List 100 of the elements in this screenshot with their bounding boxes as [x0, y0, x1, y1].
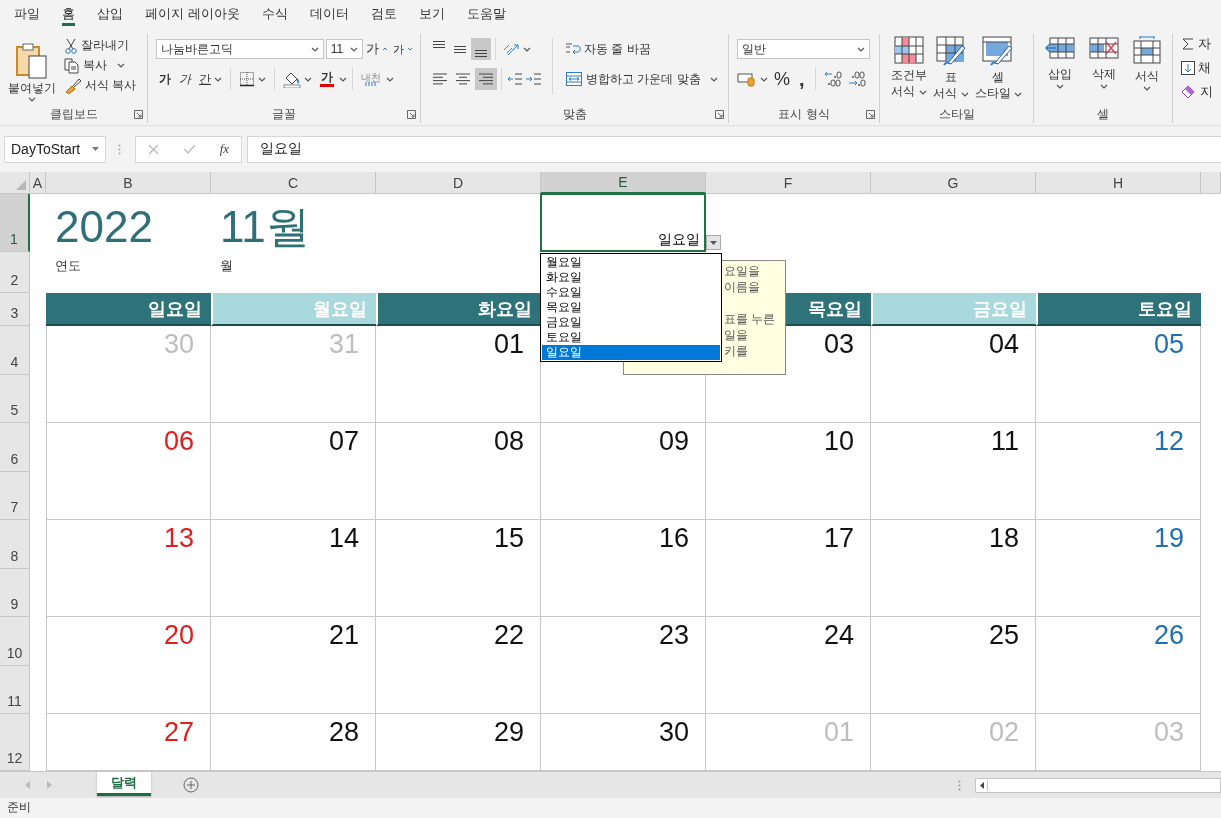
- menu-tab[interactable]: 수식: [250, 0, 299, 28]
- column-header[interactable]: E: [541, 172, 706, 194]
- calendar-cell[interactable]: 04: [871, 326, 1036, 423]
- increase-decimal-icon[interactable]: [822, 70, 843, 88]
- calendar-cell[interactable]: 18: [871, 520, 1036, 617]
- dialog-launcher-icon[interactable]: [715, 110, 724, 119]
- menu-tab[interactable]: 도움말: [455, 0, 517, 28]
- menu-tab[interactable]: 보기: [407, 0, 456, 28]
- conditional-formatting-button[interactable]: 조건부 서식: [888, 34, 931, 105]
- dialog-launcher-icon[interactable]: [134, 110, 143, 119]
- align-right-button[interactable]: [475, 68, 497, 90]
- calendar-cell[interactable]: 24: [706, 617, 871, 714]
- calendar-cell[interactable]: 19: [1036, 520, 1201, 617]
- calendar-cell[interactable]: 25: [871, 617, 1036, 714]
- text-angle-icon[interactable]: [502, 41, 520, 57]
- increase-font-size-button[interactable]: 가: [364, 40, 390, 58]
- column-header[interactable]: F: [706, 172, 871, 194]
- calendar-cell[interactable]: 09: [541, 423, 706, 520]
- row-header[interactable]: 11: [0, 665, 30, 714]
- bold-button[interactable]: 가: [156, 69, 174, 89]
- bottom-align-button[interactable]: [471, 38, 491, 60]
- column-header[interactable]: A: [30, 172, 46, 194]
- font-name-field[interactable]: 나눔바른고딕: [156, 39, 324, 59]
- dropdown-button[interactable]: [706, 235, 721, 250]
- currency-format-icon[interactable]: [737, 71, 757, 87]
- calendar-cell[interactable]: 16: [541, 520, 706, 617]
- insert-button[interactable]: 삽입: [1041, 34, 1079, 105]
- decrease-font-size-button[interactable]: 가: [391, 41, 415, 57]
- column-header[interactable]: C: [211, 172, 376, 194]
- calendar-cell[interactable]: 07: [211, 423, 376, 520]
- format-as-table-button[interactable]: 표 서식: [930, 34, 972, 105]
- dropdown-item[interactable]: 화요일: [542, 270, 720, 285]
- menu-tab[interactable]: 페이지 레이아웃: [134, 0, 251, 28]
- calendar-cell[interactable]: 26: [1036, 617, 1201, 714]
- enter-check-icon[interactable]: [182, 144, 196, 154]
- calendar-cell[interactable]: 10: [706, 423, 871, 520]
- calendar-cell[interactable]: 15: [376, 520, 541, 617]
- paintbrush-icon[interactable]: [64, 77, 82, 94]
- calendar-cell[interactable]: 13: [46, 520, 211, 617]
- dialog-launcher-icon[interactable]: [407, 110, 416, 119]
- cut-button[interactable]: 잘라내기: [61, 36, 140, 55]
- sum-icon[interactable]: [1181, 37, 1195, 51]
- copy-icon[interactable]: [64, 57, 80, 74]
- row-header[interactable]: 2: [0, 252, 30, 293]
- calendar-cell[interactable]: 14: [211, 520, 376, 617]
- calendar-cell[interactable]: 05: [1036, 326, 1201, 423]
- fill-color-icon[interactable]: [283, 70, 301, 88]
- dropdown-item[interactable]: 일요일: [542, 345, 720, 360]
- decrease-decimal-icon[interactable]: [846, 70, 867, 88]
- calendar-cell[interactable]: 11: [871, 423, 1036, 520]
- row-header[interactable]: 12: [0, 714, 30, 771]
- underline-button[interactable]: 간: [196, 69, 225, 89]
- calendar-cell[interactable]: 08: [376, 423, 541, 520]
- menu-tab[interactable]: 홈: [51, 0, 86, 28]
- format-painter-button[interactable]: 서식 복사: [61, 76, 140, 95]
- font-color-button[interactable]: 가: [317, 70, 337, 88]
- menu-tab[interactable]: 데이터: [298, 0, 360, 28]
- borders-icon[interactable]: [239, 71, 255, 87]
- percent-button[interactable]: %: [772, 68, 792, 90]
- name-box[interactable]: DayToStart: [4, 135, 106, 163]
- wrap-text-button[interactable]: 자동 줄 바꿈: [562, 39, 654, 59]
- accounting-format-button[interactable]: [737, 71, 768, 87]
- menu-tab[interactable]: 삽입: [86, 0, 134, 28]
- calendar-cell[interactable]: 17: [706, 520, 871, 617]
- autosum-button[interactable]: 자: [1178, 34, 1216, 54]
- merge-center-button[interactable]: 병합하고 가운데 맞춤: [562, 69, 722, 89]
- scissors-icon[interactable]: [64, 37, 78, 54]
- paste-button[interactable]: 붙여넣기: [5, 36, 59, 105]
- fill-button[interactable]: 채: [1178, 58, 1216, 78]
- insert-function-button[interactable]: fx: [219, 141, 230, 157]
- delete-button[interactable]: 삭제: [1085, 34, 1123, 105]
- dropdown-item[interactable]: 월요일: [542, 255, 720, 270]
- copy-button[interactable]: 복사: [61, 56, 140, 75]
- row-header[interactable]: 1: [0, 194, 30, 252]
- row-header[interactable]: 4: [0, 326, 30, 375]
- merge-cells-icon[interactable]: [565, 71, 583, 87]
- dialog-launcher-icon[interactable]: [866, 110, 875, 119]
- menu-tab[interactable]: 검토: [359, 0, 408, 28]
- sheet-tab[interactable]: 달력: [97, 772, 151, 796]
- add-sheet-icon[interactable]: [183, 777, 199, 793]
- column-header[interactable]: B: [46, 172, 211, 194]
- column-header[interactable]: D: [376, 172, 541, 194]
- row-header[interactable]: 5: [0, 374, 30, 423]
- format-button[interactable]: 서식: [1129, 34, 1165, 105]
- column-header[interactable]: G: [871, 172, 1036, 194]
- eraser-icon[interactable]: [1181, 85, 1197, 99]
- row-header[interactable]: 9: [0, 568, 30, 617]
- font-size-field[interactable]: 11: [325, 39, 363, 59]
- italic-button[interactable]: 가: [176, 69, 194, 89]
- selected-cell[interactable]: 일요일: [540, 193, 706, 252]
- calendar-cell[interactable]: 22: [376, 617, 541, 714]
- cell-styles-button[interactable]: 셀 스타일: [971, 34, 1025, 105]
- calendar-cell[interactable]: 21: [211, 617, 376, 714]
- row-header[interactable]: 3: [0, 293, 30, 326]
- formula-field[interactable]: 일요일: [247, 135, 1221, 163]
- row-header[interactable]: 8: [0, 520, 30, 569]
- row-header[interactable]: 7: [0, 471, 30, 520]
- column-header[interactable]: H: [1036, 172, 1201, 194]
- calendar-cell[interactable]: 20: [46, 617, 211, 714]
- clear-button[interactable]: 지: [1178, 82, 1216, 102]
